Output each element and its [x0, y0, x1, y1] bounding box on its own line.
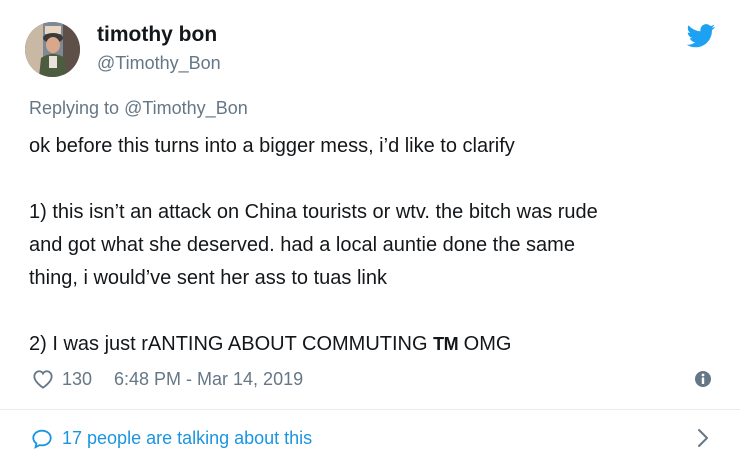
tweet-meta: 130 6:48 PM - Mar 14, 2019 — [29, 366, 719, 392]
replying-to-handle-link[interactable]: @Timothy_Bon — [124, 98, 248, 118]
tweet-text-line: and got what she deserved. had a local a… — [29, 234, 575, 256]
tweet-text-segment: OMG — [458, 333, 512, 355]
tweet-card: timothy bon @Timothy_Bon Replying to @Ti… — [0, 0, 740, 463]
avatar-image — [25, 22, 80, 77]
chevron-right-icon[interactable] — [697, 428, 709, 448]
twitter-bird-icon[interactable] — [686, 24, 716, 48]
heart-icon[interactable] — [32, 369, 54, 389]
like-count[interactable]: 130 — [62, 368, 92, 390]
tweet-text-line: 2) I was just rANTING ABOUT COMMUTING TM… — [29, 328, 719, 361]
tweet-text-line: thing, i would’ve sent her ass to tuas l… — [29, 267, 387, 289]
tweet-text: ok before this turns into a bigger mess,… — [29, 130, 719, 361]
trademark-symbol: TM — [433, 334, 459, 354]
tweet-text-segment: 2) I was just rANTING ABOUT COMMUTING — [29, 333, 434, 355]
display-name[interactable]: timothy bon — [97, 22, 217, 48]
conversation-link[interactable]: 17 people are talking about this — [0, 410, 740, 463]
info-icon[interactable] — [693, 369, 713, 389]
tweet-timestamp[interactable]: 6:48 PM - Mar 14, 2019 — [114, 368, 303, 390]
replying-to: Replying to @Timothy_Bon — [29, 97, 248, 119]
tweet-text-line: 1) this isn’t an attack on China tourist… — [29, 201, 598, 223]
tweet-text-line: ok before this turns into a bigger mess,… — [29, 135, 515, 157]
conversation-count-label[interactable]: 17 people are talking about this — [62, 427, 312, 449]
user-handle[interactable]: @Timothy_Bon — [97, 52, 221, 74]
avatar[interactable] — [25, 22, 80, 77]
replying-to-label: Replying to — [29, 98, 125, 118]
speech-bubble-icon — [32, 429, 52, 449]
